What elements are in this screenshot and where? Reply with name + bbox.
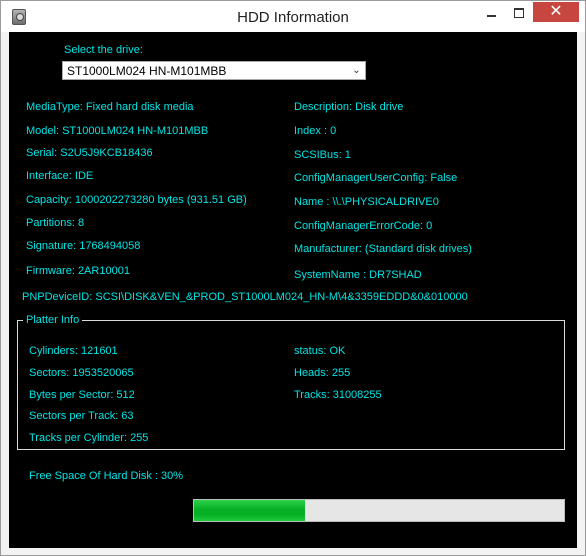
platter-info-title: Platter Info xyxy=(23,313,83,327)
sectors-label: Sectors: 1953520065 xyxy=(29,367,134,379)
signature-label: Signature: 1768494058 xyxy=(26,240,141,252)
heads-label: Heads: 255 xyxy=(294,367,351,379)
drive-select-value: ST1000LM024 HN-M101MBB xyxy=(67,64,227,78)
firmware-label: Firmware: 2AR10001 xyxy=(26,265,130,277)
title-bar[interactable]: HDD Information ✕ xyxy=(1,1,585,32)
select-drive-label: Select the drive: xyxy=(64,44,143,56)
drive-select[interactable]: ST1000LM024 HN-M101MBB ⌄ xyxy=(62,61,366,80)
config-manager-user-config-label: ConfigManagerUserConfig: False xyxy=(294,172,458,184)
sectors-per-track-label: Sectors per Track: 63 xyxy=(29,410,134,422)
free-space-label: Free Space Of Hard Disk : 30% xyxy=(29,470,184,482)
partitions-label: Partitions: 8 xyxy=(26,217,85,229)
system-name-label: SystemName : DR7SHAD xyxy=(294,269,422,281)
free-space-progress-bar xyxy=(193,499,565,522)
config-manager-error-code-label: ConfigManagerErrorCode: 0 xyxy=(294,220,433,232)
hdd-information-window: HDD Information ✕ Select the drive: ST10… xyxy=(0,0,586,556)
manufacturer-label: Manufacturer: (Standard disk drives) xyxy=(294,243,472,255)
close-icon: ✕ xyxy=(549,3,563,20)
model-label: Model: ST1000LM024 HN-M101MBB xyxy=(26,125,209,137)
bytes-per-sector-label: Bytes per Sector: 512 xyxy=(29,389,135,401)
free-space-progress-fill xyxy=(194,500,305,521)
pnp-device-id-label: PNPDeviceID: SCSI\DISK&VEN_&PROD_ST1000L… xyxy=(22,291,468,303)
interface-label: Interface: IDE xyxy=(26,170,94,182)
maximize-button[interactable] xyxy=(506,2,533,22)
drive-name-label: Name : \\.\PHYSICALDRIVE0 xyxy=(294,196,439,208)
tracks-per-cylinder-label: Tracks per Cylinder: 255 xyxy=(29,432,149,444)
media-type-label: MediaType: Fixed hard disk media xyxy=(26,101,194,113)
main-panel: Select the drive: ST1000LM024 HN-M101MBB… xyxy=(9,32,577,548)
scsi-bus-label: SCSIBus: 1 xyxy=(294,149,351,161)
serial-label: Serial: S2U5J9KCB18436 xyxy=(26,147,153,159)
minimize-button[interactable] xyxy=(476,2,506,22)
cylinders-label: Cylinders: 121601 xyxy=(29,345,118,357)
status-label: status: OK xyxy=(294,345,346,357)
description-label: Description: Disk drive xyxy=(294,101,404,113)
chevron-down-icon[interactable]: ⌄ xyxy=(348,62,365,79)
close-button[interactable]: ✕ xyxy=(533,2,579,22)
index-label: Index : 0 xyxy=(294,125,337,137)
tracks-label: Tracks: 31008255 xyxy=(294,389,382,401)
capacity-label: Capacity: 1000202273280 bytes (931.51 GB… xyxy=(26,194,247,206)
